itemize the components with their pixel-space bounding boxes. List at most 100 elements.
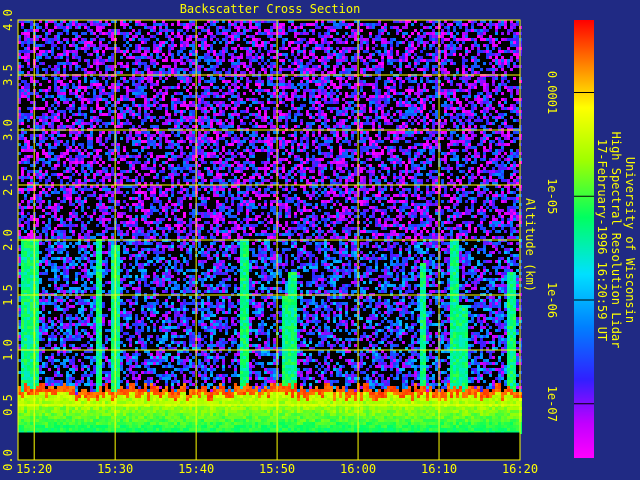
heatmap-cell: [81, 368, 84, 371]
heatmap-cell: [117, 305, 120, 308]
heatmap-cell: [123, 80, 126, 83]
heatmap-cell: [51, 323, 54, 326]
heatmap-cell: [138, 194, 141, 197]
heatmap-cell: [177, 131, 180, 134]
heatmap-cell: [57, 197, 60, 200]
heatmap-cell: [36, 323, 39, 326]
heatmap-cell: [36, 374, 39, 377]
heatmap-cell: [156, 362, 159, 365]
heatmap-cell: [66, 197, 69, 200]
heatmap-cell: [60, 188, 63, 191]
heatmap-cell: [72, 38, 75, 41]
heatmap-cell: [135, 299, 138, 302]
heatmap-cell: [141, 86, 144, 89]
heatmap-cell: [21, 209, 24, 212]
heatmap-cell: [156, 50, 159, 53]
heatmap-cell: [63, 26, 66, 29]
heatmap-cell: [153, 188, 156, 191]
heatmap-cell: [42, 329, 45, 332]
heatmap-cell: [144, 56, 147, 59]
heatmap-cell: [54, 398, 57, 401]
heatmap-cell: [69, 386, 72, 389]
heatmap-cell: [174, 395, 177, 398]
heatmap-cell: [108, 134, 111, 137]
heatmap-cell: [168, 272, 171, 275]
heatmap-cell: [24, 275, 27, 278]
heatmap-cell: [105, 428, 108, 431]
heatmap-cell: [93, 119, 96, 122]
heatmap-cell: [81, 323, 84, 326]
heatmap-cell: [69, 428, 72, 431]
heatmap-cell: [183, 419, 186, 422]
heatmap-cell: [84, 71, 87, 74]
heatmap-cell: [63, 290, 66, 293]
heatmap-cell: [87, 335, 90, 338]
heatmap-cell: [141, 413, 144, 416]
heatmap-cell: [111, 158, 114, 161]
heatmap-cell: [24, 305, 27, 308]
heatmap-cell: [75, 206, 78, 209]
heatmap-cell: [150, 368, 153, 371]
heatmap-cell: [57, 416, 60, 419]
heatmap-cell: [63, 152, 66, 155]
heatmap-cell: [102, 23, 105, 26]
heatmap-cell: [63, 407, 66, 410]
heatmap-cell: [54, 77, 57, 80]
heatmap-cell: [69, 425, 72, 428]
heatmap-cell: [144, 110, 147, 113]
heatmap-cell: [45, 41, 48, 44]
heatmap-cell: [57, 419, 60, 422]
heatmap-cell: [93, 410, 96, 413]
heatmap-cell: [138, 392, 141, 395]
heatmap-cell: [102, 221, 105, 224]
heatmap-cell: [96, 338, 99, 341]
heatmap-cell: [168, 227, 171, 230]
heatmap-cell: [54, 158, 57, 161]
heatmap-cell: [54, 212, 57, 215]
heatmap-cell: [36, 44, 39, 47]
heatmap-cell: [135, 425, 138, 428]
heatmap-cell: [159, 98, 162, 101]
heatmap-cell: [81, 308, 84, 311]
heatmap-cell: [177, 389, 180, 392]
heatmap-cell: [171, 47, 174, 50]
heatmap-cell: [45, 50, 48, 53]
heatmap-cell: [27, 329, 30, 332]
heatmap-cell: [87, 401, 90, 404]
heatmap-cell: [72, 389, 75, 392]
heatmap-cell: [48, 89, 51, 92]
heatmap-cell: [144, 389, 147, 392]
heatmap-cell: [180, 104, 183, 107]
heatmap-cell: [156, 101, 159, 104]
heatmap-cell: [54, 56, 57, 59]
heatmap-cell: [105, 314, 108, 317]
heatmap-cell: [51, 215, 54, 218]
heatmap-cell: [54, 206, 57, 209]
heatmap-cell: [36, 407, 39, 410]
heatmap-cell: [30, 29, 33, 32]
heatmap-cell: [78, 308, 81, 311]
heatmap-cell: [75, 314, 78, 317]
heatmap-cell: [54, 269, 57, 272]
heatmap-cell: [24, 41, 27, 44]
heatmap-cell: [75, 242, 78, 245]
heatmap-cell: [135, 314, 138, 317]
heatmap-cell: [123, 53, 126, 56]
heatmap-cell: [129, 419, 132, 422]
heatmap-cell: [171, 275, 174, 278]
heatmap-cell: [111, 32, 114, 35]
heatmap-cell: [108, 197, 111, 200]
heatmap-cell: [168, 422, 171, 425]
heatmap-cell: [51, 158, 54, 161]
heatmap-cell: [72, 392, 75, 395]
heatmap-cell: [30, 401, 33, 404]
heatmap-cell: [108, 164, 111, 167]
heatmap-cell: [99, 233, 102, 236]
heatmap-cell: [69, 62, 72, 65]
heatmap-cell: [63, 410, 66, 413]
heatmap-cell: [90, 356, 93, 359]
heatmap-cell: [153, 143, 156, 146]
heatmap-cell: [105, 281, 108, 284]
heatmap-cell: [144, 215, 147, 218]
heatmap-cell: [111, 272, 114, 275]
